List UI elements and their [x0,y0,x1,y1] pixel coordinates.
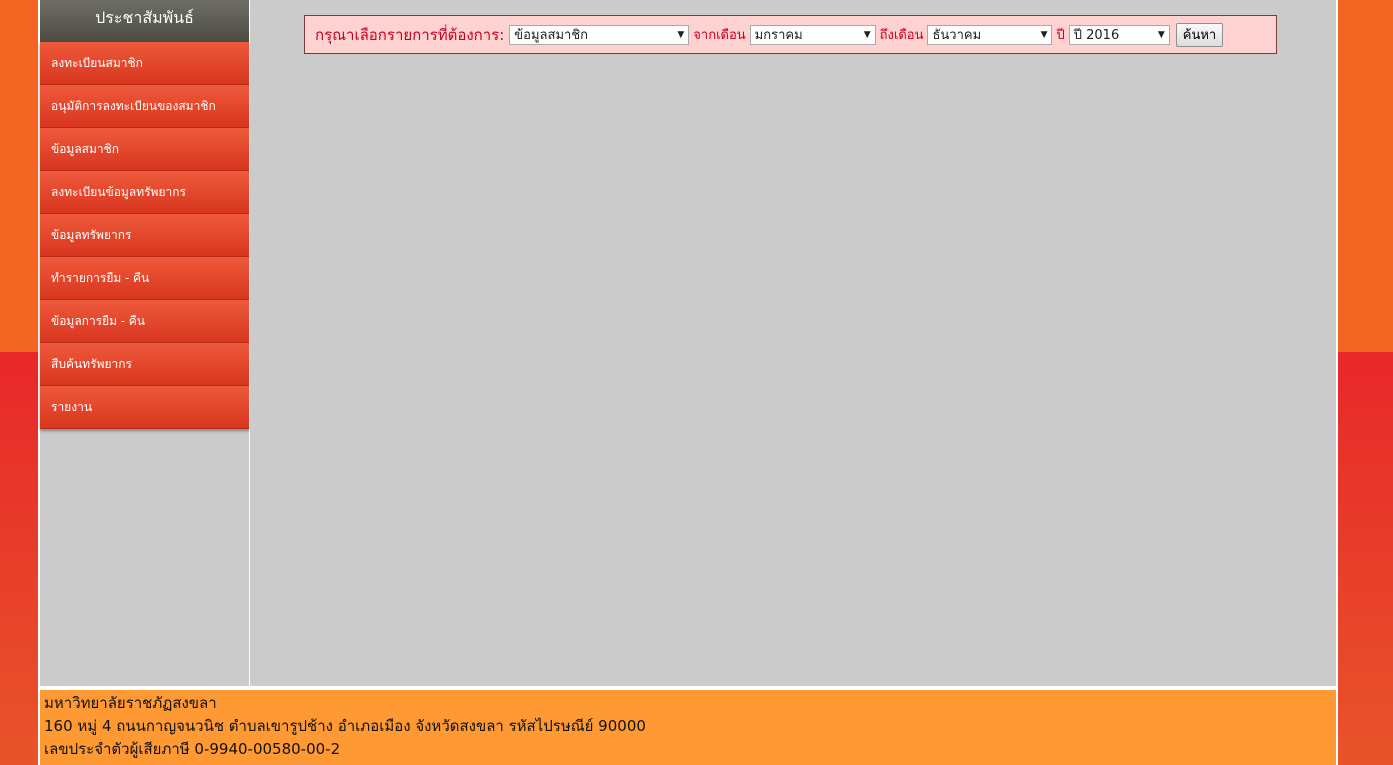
sidebar-item-search-resource[interactable]: สืบค้นทรัพยากร [40,343,249,386]
dropdown-arrow-icon: ▼ [1040,29,1048,40]
page-container: ประชาสัมพันธ์ ลงทะเบียนสมาชิก อนุมัติการ… [38,0,1338,765]
sidebar: ประชาสัมพันธ์ ลงทะเบียนสมาชิก อนุมัติการ… [40,0,249,686]
sidebar-item-member-data[interactable]: ข้อมูลสมาชิก [40,128,249,171]
category-select-value: ข้อมูลสมาชิก [514,28,589,43]
dropdown-arrow-icon: ▼ [677,29,685,40]
sidebar-menu: ลงทะเบียนสมาชิก อนุมัติการลงทะเบียนของสม… [40,42,249,429]
sidebar-header: ประชาสัมพันธ์ [40,0,249,42]
to-month-select[interactable]: ธันวาคม ▼ [927,24,1053,45]
category-select[interactable]: ข้อมูลสมาชิก ▼ [509,24,690,45]
filter-bar: กรุณาเลือกรายการที่ต้องการ: ข้อมูลสมาชิก… [304,15,1277,54]
sidebar-item-approve-registration[interactable]: อนุมัติการลงทะเบียนของสมาชิก [40,85,249,128]
footer-university-name: มหาวิทยาลัยราชภัฏสงขลา [44,694,217,712]
sidebar-item-borrow-return-data[interactable]: ข้อมูลการยืม - คืน [40,300,249,343]
year-select[interactable]: ปี 2016 ▼ [1068,24,1170,45]
from-month-label: จากเดือน [693,28,746,43]
sidebar-item-register-member[interactable]: ลงทะเบียนสมาชิก [40,42,249,85]
sidebar-item-resource-data[interactable]: ข้อมูลทรัพยากร [40,214,249,257]
from-month-select-value: มกราคม [754,28,803,43]
sidebar-item-report[interactable]: รายงาน [40,386,249,429]
to-month-select-value: ธันวาคม [932,28,982,43]
sidebar-item-borrow-return[interactable]: ทำรายการยืม - คืน [40,257,249,300]
footer: มหาวิทยาลัยราชภัฏสงขลา 160 หมู่ 4 ถนนกาญ… [40,690,1336,765]
from-month-select[interactable]: มกราคม ▼ [749,24,876,45]
year-select-value: ปี 2016 [1073,28,1120,43]
sidebar-item-register-resource[interactable]: ลงทะเบียนข้อมูลทรัพยากร [40,171,249,214]
search-button[interactable]: ค้นหา [1175,22,1224,47]
footer-address: 160 หมู่ 4 ถนนกาญจนวนิช ตำบลเขารูปช้าง อ… [44,717,646,735]
main-content: กรุณาเลือกรายการที่ต้องการ: ข้อมูลสมาชิก… [250,0,1336,686]
filter-prompt-label: กรุณาเลือกรายการที่ต้องการ: [315,25,505,44]
dropdown-arrow-icon: ▼ [1157,29,1165,40]
to-month-label: ถึงเดือน [879,28,924,43]
footer-tax-id: เลขประจำตัวผู้เสียภาษี 0-9940-00580-00-2 [44,740,341,758]
year-label: ปี [1056,28,1065,43]
dropdown-arrow-icon: ▼ [863,29,871,40]
